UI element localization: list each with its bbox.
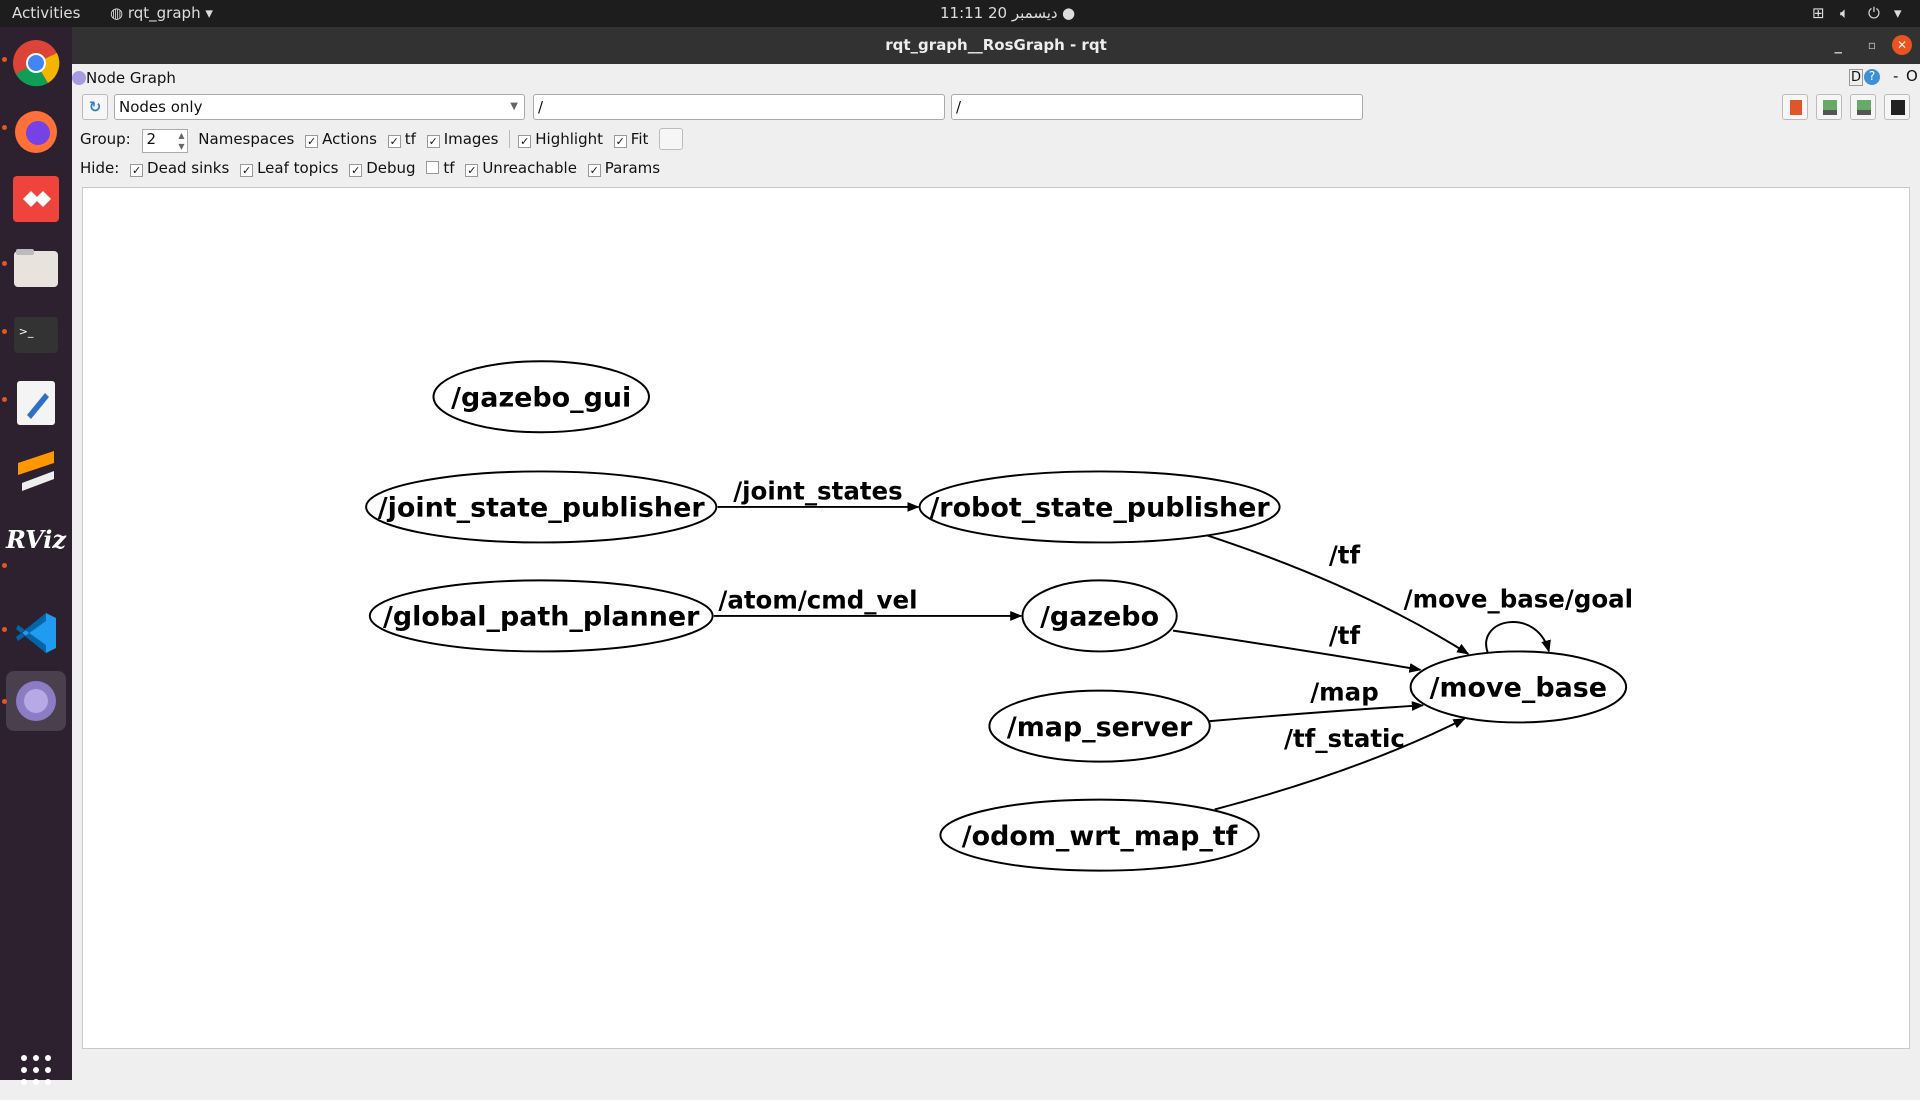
- fit-in-view-button[interactable]: [659, 128, 684, 150]
- checkmark-icon: ✓: [240, 164, 254, 177]
- save-svg-button[interactable]: [1850, 94, 1876, 120]
- graph-canvas[interactable]: [82, 187, 1910, 1049]
- rviz-icon[interactable]: RViz: [6, 509, 66, 569]
- network-icon[interactable]: ⊞: [1812, 4, 1825, 22]
- notification-dot-icon: ●: [1062, 4, 1076, 22]
- actions-label: Actions: [322, 129, 377, 148]
- debug-checkbox[interactable]: ✓ Debug: [349, 159, 416, 177]
- refresh-button[interactable]: ↻: [82, 94, 108, 120]
- plugin-header: Node Graph: [72, 69, 176, 87]
- text-editor-icon[interactable]: [6, 373, 66, 433]
- vscode-icon[interactable]: [6, 603, 66, 663]
- close-plugin-button[interactable]: O: [1906, 67, 1918, 85]
- hide-label: Hide:: [80, 159, 120, 177]
- group-value: 2: [146, 129, 157, 148]
- checkmark-icon: ✓: [587, 164, 601, 177]
- activities-button[interactable]: Activities: [12, 4, 80, 22]
- fit-checkbox[interactable]: ✓ Fit: [613, 129, 649, 148]
- maximize-button[interactable]: ▫: [1868, 27, 1876, 64]
- checkmark-icon: ✓: [518, 134, 532, 148]
- topic-filter-input[interactable]: /: [951, 94, 1363, 120]
- rviz-label: RViz: [5, 524, 67, 554]
- params-checkbox[interactable]: ✓ Params: [587, 159, 661, 177]
- rqt-icon[interactable]: [6, 671, 66, 731]
- open-file-icon: [1790, 100, 1802, 115]
- checkmark-icon: ✓: [130, 164, 144, 177]
- leaf-topics-label: Leaf topics: [257, 159, 339, 177]
- refresh-icon: ↻: [88, 98, 102, 116]
- save-image-button[interactable]: [1884, 94, 1910, 120]
- hide-tf-label: tf: [443, 159, 455, 177]
- window-title: rqt_graph__RosGraph - rqt: [885, 36, 1107, 54]
- clock[interactable]: 11:11 20 ديسمبر: [940, 4, 1058, 22]
- hide-row: Hide: ✓ Dead sinks ✓ Leaf topics ✓ Debug tf…: [80, 159, 666, 177]
- dead-sinks-label: Dead sinks: [147, 159, 230, 177]
- tf-label: tf: [404, 129, 416, 148]
- spinner-arrows-icon[interactable]: ▲ ▼: [178, 130, 186, 152]
- highlight-checkbox[interactable]: ✓ Highlight: [518, 130, 603, 148]
- volume-icon[interactable]: 🔈︎: [1840, 4, 1849, 22]
- tf-checkbox[interactable]: ✓ tf: [387, 129, 416, 148]
- save-icon: [1857, 100, 1871, 115]
- power-icon[interactable]: ⏻: [1868, 4, 1880, 22]
- show-applications-icon[interactable]: [6, 1040, 66, 1100]
- options-row: Group: 2 ▲ ▼ Namespaces ✓ Actions ✓ tf ✓ Imag…: [80, 128, 689, 153]
- group-label: Group:: [80, 129, 131, 148]
- sublime-icon[interactable]: [6, 441, 66, 501]
- checkmark-icon: ✓: [465, 164, 479, 177]
- app-menu-label: rqt_graph: [127, 4, 201, 22]
- unreachable-checkbox[interactable]: ✓ Unreachable: [465, 159, 577, 177]
- help-button[interactable]: ?: [1864, 69, 1880, 85]
- chrome-icon[interactable]: [6, 33, 66, 93]
- files-icon[interactable]: [6, 237, 66, 297]
- top-bar: Activities ◍ rqt_graph ▾ 11:11 20 ديسمبر…: [0, 0, 1920, 27]
- checkmark-icon: ✓: [349, 164, 363, 177]
- namespaces-label: Namespaces: [198, 129, 295, 148]
- graph-mode-select[interactable]: Nodes only ▼: [114, 94, 525, 120]
- unreachable-label: Unreachable: [482, 159, 577, 177]
- app-menu[interactable]: ◍ rqt_graph ▾: [110, 4, 213, 22]
- separator: [509, 129, 511, 148]
- checkmark-icon: ✓: [305, 134, 319, 148]
- minimize-button[interactable]: _: [1835, 27, 1843, 64]
- checkmark-icon: ✓: [426, 134, 440, 148]
- chevron-down-icon: ▼: [510, 101, 518, 112]
- window-titlebar: rqt_graph__RosGraph - rqt _ ▫ ✕: [72, 27, 1920, 64]
- dock: >_ RViz: [0, 27, 72, 1085]
- fit-label: Fit: [630, 129, 649, 148]
- dead-sinks-checkbox[interactable]: ✓ Dead sinks: [130, 159, 229, 177]
- svg-text:>_: >_: [19, 325, 34, 338]
- highlight-label: Highlight: [535, 129, 603, 148]
- minimize-plugin-button[interactable]: -: [1893, 67, 1898, 85]
- plugin-title: Node Graph: [86, 69, 176, 87]
- dock-plugin-button[interactable]: D: [1849, 69, 1864, 86]
- image-icon: [1891, 100, 1905, 115]
- load-dot-button[interactable]: [1782, 94, 1808, 120]
- actions-checkbox[interactable]: ✓ Actions: [305, 130, 377, 148]
- empty-checkbox: [426, 161, 440, 174]
- system-menu-chevron-icon[interactable]: ▾: [1894, 4, 1902, 22]
- hide-tf-checkbox[interactable]: tf: [426, 159, 455, 177]
- node-graph-icon: [72, 71, 86, 85]
- node-filter-input[interactable]: /: [533, 94, 945, 120]
- rqt-window: Node Graph D ? - O ↻ Nodes only ▼ / / Gro…: [72, 64, 1920, 1080]
- checkmark-icon: ✓: [613, 134, 627, 148]
- leaf-topics-checkbox[interactable]: ✓ Leaf topics: [240, 159, 338, 177]
- images-label: Images: [443, 129, 499, 148]
- save-dot-button[interactable]: [1816, 94, 1842, 120]
- group-spinbox[interactable]: 2 ▲ ▼: [141, 128, 188, 153]
- params-label: Params: [604, 159, 661, 177]
- anydesk-icon[interactable]: [6, 169, 66, 229]
- graph-mode-value: Nodes only: [119, 98, 203, 116]
- firefox-icon[interactable]: [6, 101, 66, 161]
- checkmark-icon: ✓: [387, 134, 401, 148]
- debug-label: Debug: [366, 159, 416, 177]
- images-checkbox[interactable]: ✓ Images: [426, 129, 499, 148]
- terminal-icon[interactable]: >_: [6, 305, 66, 365]
- save-icon: [1823, 100, 1837, 115]
- close-button[interactable]: ✕: [1892, 35, 1912, 55]
